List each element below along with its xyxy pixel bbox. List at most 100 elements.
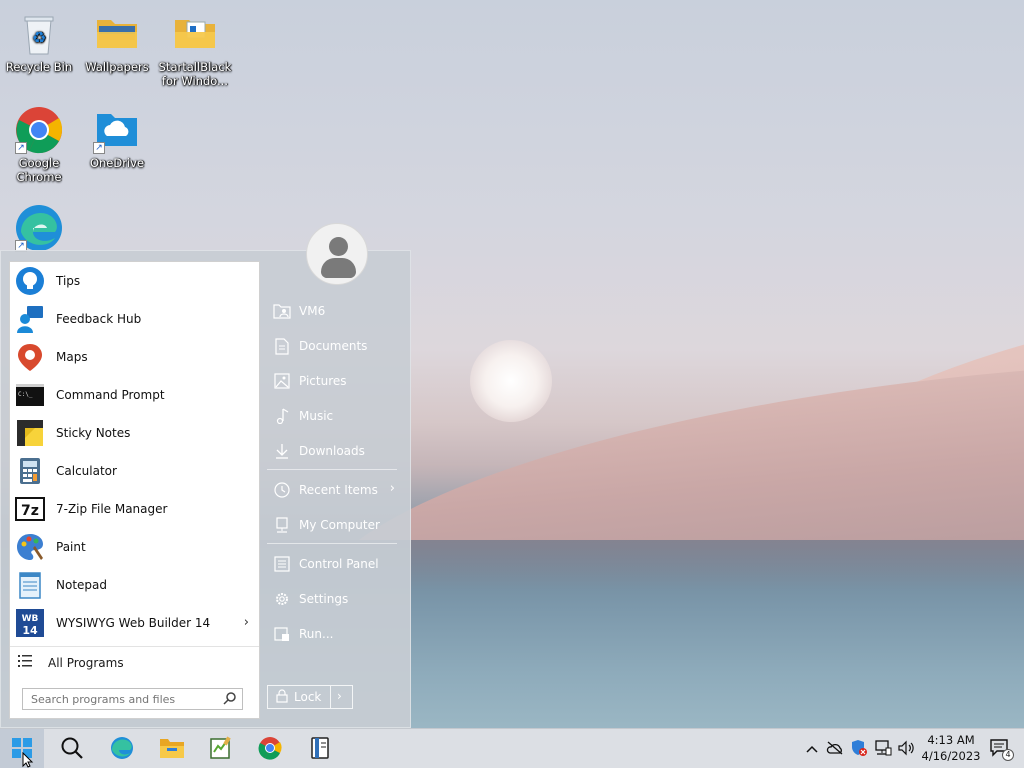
calculator-icon bbox=[14, 455, 46, 487]
search-box[interactable] bbox=[22, 688, 243, 710]
desktop-icon-label: Recycle Bin bbox=[5, 60, 73, 74]
taskbar-chrome-button[interactable] bbox=[248, 729, 292, 768]
map-pin-icon bbox=[14, 341, 46, 373]
all-programs-button[interactable]: All Programs bbox=[10, 646, 259, 678]
lock-button[interactable]: Lock › bbox=[267, 685, 353, 709]
desktop-icon-google-chrome[interactable]: ↗ Google Chrome bbox=[0, 106, 78, 184]
avatar-body bbox=[321, 258, 356, 278]
start-item-label: Music bbox=[299, 409, 334, 423]
program-item-command-prompt[interactable]: C:\_ Command Prompt bbox=[10, 376, 259, 414]
start-item-vm6[interactable]: VM6 bbox=[269, 296, 399, 326]
start-item-label: Documents bbox=[299, 339, 368, 353]
shortcut-arrow-icon: ↗ bbox=[15, 142, 27, 154]
wallpaper-sun bbox=[470, 340, 552, 422]
start-item-run[interactable]: Run... bbox=[269, 619, 399, 649]
desktop-icon-microsoft-edge[interactable]: ↗ bbox=[0, 204, 78, 254]
folder-icon bbox=[171, 10, 219, 58]
search-icon[interactable] bbox=[223, 692, 236, 708]
desktop-icon-recycle-bin[interactable]: ♻ Recycle Bin bbox=[0, 10, 78, 74]
clock-time: 4:13 AM bbox=[927, 733, 975, 747]
tray-security[interactable] bbox=[848, 729, 870, 768]
7zip-icon: 7z bbox=[14, 493, 46, 525]
svg-text:7z: 7z bbox=[21, 503, 39, 519]
taskbar-edge-button[interactable] bbox=[100, 729, 144, 768]
lock-divider bbox=[330, 686, 331, 708]
start-item-settings[interactable]: Settings bbox=[269, 584, 399, 614]
start-item-label: Control Panel bbox=[299, 557, 379, 571]
taskbar-notepad-plus-button[interactable] bbox=[198, 729, 242, 768]
taskbar-file-explorer-button[interactable] bbox=[150, 729, 194, 768]
edge-icon bbox=[110, 736, 134, 763]
notification-center-button[interactable]: 4 bbox=[990, 739, 1014, 761]
program-item-tips[interactable]: Tips bbox=[10, 262, 259, 300]
lock-label: Lock bbox=[294, 690, 322, 704]
start-item-label: My Computer bbox=[299, 518, 380, 532]
start-item-downloads[interactable]: Downloads bbox=[269, 436, 399, 466]
program-label: 7-Zip File Manager bbox=[56, 502, 168, 516]
chevron-right-icon[interactable]: › bbox=[337, 689, 342, 703]
taskbar-clock[interactable]: 4:13 AM 4/16/2023 bbox=[918, 732, 984, 764]
chevron-right-icon[interactable]: › bbox=[244, 615, 249, 630]
start-item-recent-items[interactable]: Recent Items › bbox=[269, 475, 399, 505]
file-explorer-icon bbox=[159, 737, 185, 762]
taskbar-reader-button[interactable] bbox=[298, 729, 342, 768]
gear-icon bbox=[273, 590, 291, 608]
picture-icon bbox=[273, 372, 291, 390]
notepad-icon bbox=[14, 569, 46, 601]
editor-icon bbox=[208, 736, 232, 763]
start-item-label: Run... bbox=[299, 627, 334, 641]
program-item-calculator[interactable]: Calculator bbox=[10, 452, 259, 490]
start-item-label: Pictures bbox=[299, 374, 347, 388]
chrome-icon bbox=[258, 736, 282, 763]
start-item-label: Recent Items bbox=[299, 483, 378, 497]
svg-text:14: 14 bbox=[22, 624, 38, 637]
folder-icon bbox=[93, 10, 141, 58]
tray-onedrive-offline[interactable] bbox=[824, 729, 846, 768]
program-label: WYSIWYG Web Builder 14 bbox=[56, 616, 211, 630]
start-menu-separator bbox=[267, 469, 397, 470]
taskbar-search-button[interactable] bbox=[50, 729, 94, 768]
desktop-icon-label: OneDrive bbox=[89, 156, 145, 170]
svg-text:WB: WB bbox=[22, 614, 39, 624]
program-label: Notepad bbox=[56, 578, 107, 592]
user-avatar[interactable] bbox=[306, 223, 368, 285]
book-icon bbox=[310, 736, 330, 763]
speaker-icon bbox=[898, 740, 916, 759]
all-programs-label: All Programs bbox=[48, 655, 124, 670]
start-item-documents[interactable]: Documents bbox=[269, 331, 399, 361]
program-label: Tips bbox=[56, 274, 81, 288]
program-item-wysiwyg-web-builder[interactable]: WB 14 WYSIWYG Web Builder 14 › bbox=[10, 604, 259, 642]
program-item-paint[interactable]: Paint bbox=[10, 528, 259, 566]
tray-network[interactable] bbox=[872, 729, 894, 768]
program-item-7zip[interactable]: 7z 7-Zip File Manager bbox=[10, 490, 259, 528]
start-item-my-computer[interactable]: My Computer bbox=[269, 510, 399, 540]
start-menu: Tips Feedback Hub Maps C:\_ Command Prom… bbox=[0, 223, 411, 728]
start-item-pictures[interactable]: Pictures bbox=[269, 366, 399, 396]
program-item-sticky-notes[interactable]: Sticky Notes bbox=[10, 414, 259, 452]
avatar-head bbox=[329, 237, 348, 256]
wallpaper-reflection bbox=[410, 540, 1024, 590]
start-item-control-panel[interactable]: Control Panel bbox=[269, 549, 399, 579]
onedrive-folder-icon: ↗ bbox=[93, 106, 141, 154]
run-icon bbox=[273, 625, 291, 643]
program-label: Calculator bbox=[56, 464, 117, 478]
cloud-offline-icon bbox=[826, 741, 844, 758]
start-item-music[interactable]: Music bbox=[269, 401, 399, 431]
program-label: Command Prompt bbox=[56, 388, 165, 402]
desktop-icon-wallpapers[interactable]: Wallpapers bbox=[78, 10, 156, 74]
recycle-bin-icon: ♻ bbox=[15, 10, 63, 58]
start-item-label: Settings bbox=[299, 592, 349, 606]
program-item-maps[interactable]: Maps bbox=[10, 338, 259, 376]
program-label: Maps bbox=[56, 350, 88, 364]
search-input[interactable] bbox=[31, 690, 221, 708]
desktop-icon-startallblack[interactable]: StartallBlack for Windo... bbox=[156, 10, 234, 88]
program-item-feedback-hub[interactable]: Feedback Hub bbox=[10, 300, 259, 338]
start-item-label: VM6 bbox=[299, 304, 326, 318]
desktop-icon-onedrive[interactable]: ↗ OneDrive bbox=[78, 106, 156, 170]
lock-icon bbox=[276, 688, 288, 706]
tray-volume[interactable] bbox=[896, 729, 918, 768]
program-item-notepad[interactable]: Notepad bbox=[10, 566, 259, 604]
shortcut-arrow-icon: ↗ bbox=[93, 142, 105, 154]
svg-text:♻: ♻ bbox=[32, 28, 46, 47]
tray-overflow-chevron[interactable] bbox=[801, 729, 823, 768]
